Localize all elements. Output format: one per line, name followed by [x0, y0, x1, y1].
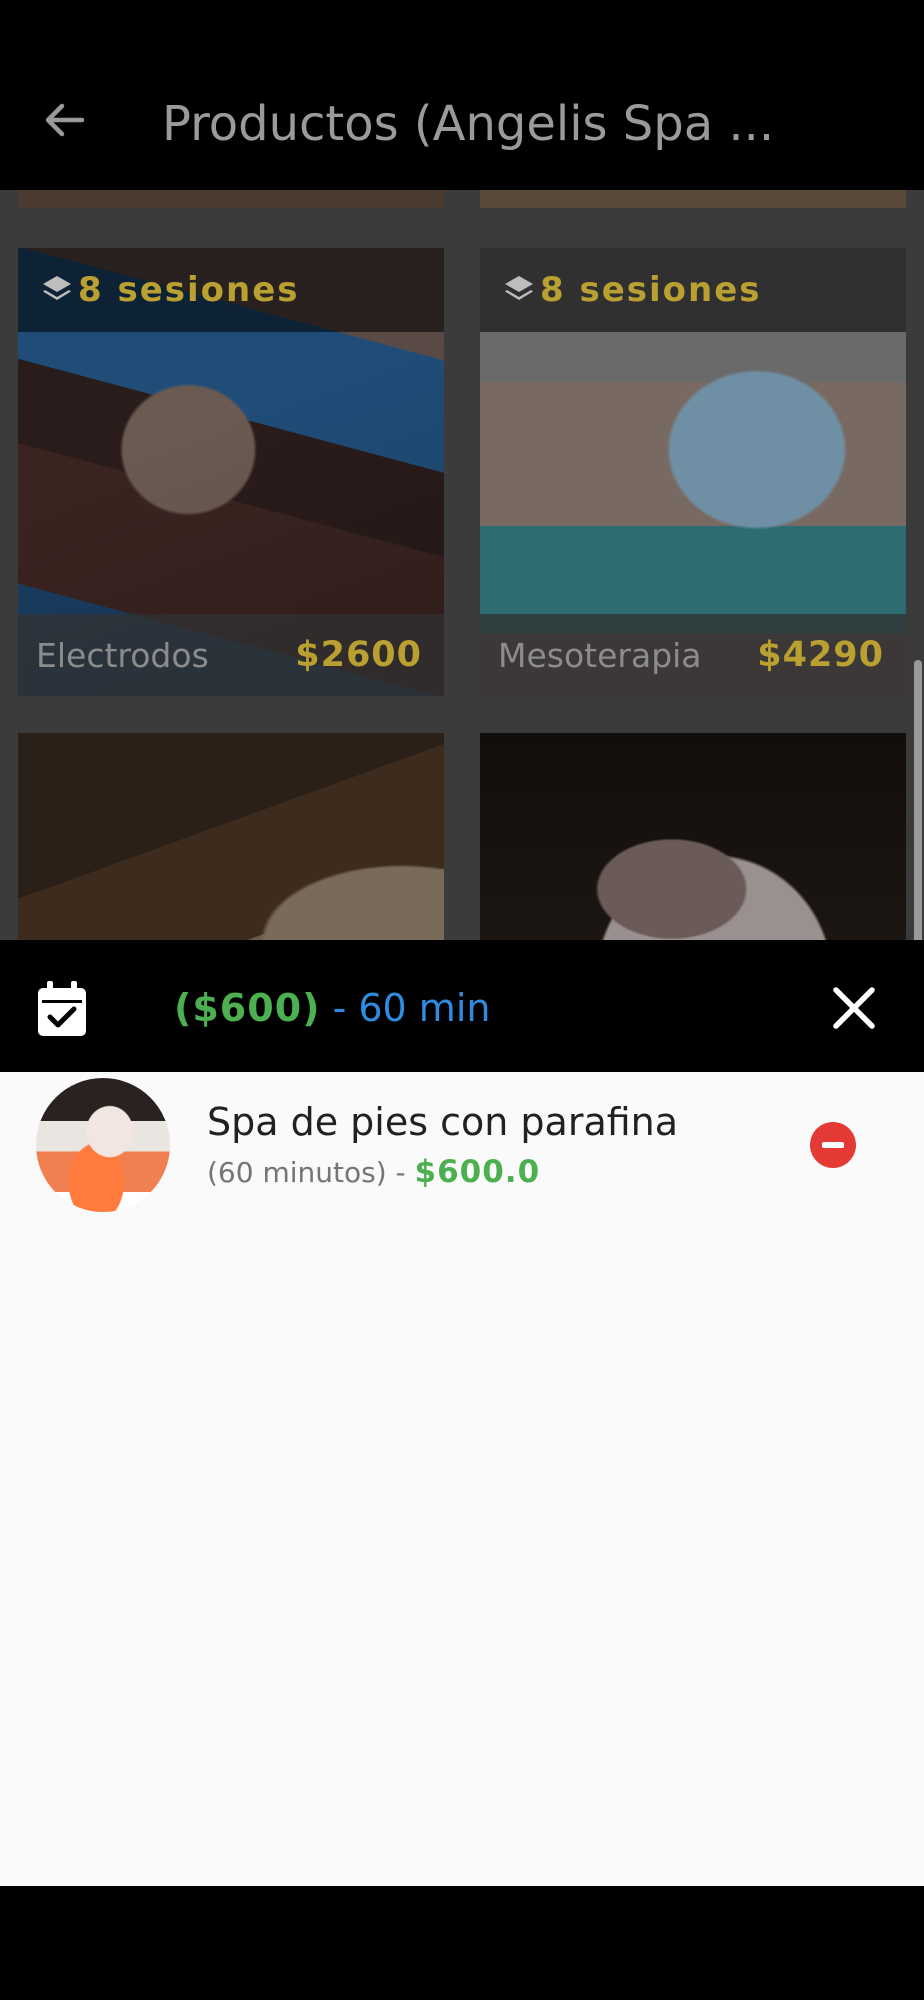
product-grid: 8 sesiones Electrodos $2600 8 sesiones M…	[0, 190, 924, 940]
app-bar: Productos (Angelis Spa ...	[0, 0, 924, 190]
layers-icon	[43, 276, 71, 300]
product-name: Electrodos	[36, 635, 209, 675]
close-icon	[833, 987, 875, 1029]
page-title: Productos (Angelis Spa ...	[162, 96, 775, 152]
item-duration: (60 minutos) -	[207, 1156, 415, 1189]
product-card[interactable]	[18, 190, 444, 208]
product-price: $2600	[295, 635, 422, 675]
product-footer: Mesoterapia $4290	[480, 614, 906, 696]
product-card[interactable]	[480, 733, 906, 940]
cart-item[interactable]: Spa de pies con parafina (60 minutos) - …	[0, 1072, 924, 1222]
product-card-mesoterapia[interactable]: 8 sesiones Mesoterapia $4290	[480, 248, 906, 696]
summary-separator: -	[320, 986, 359, 1030]
layers-icon	[505, 276, 533, 300]
product-footer: Electrodos $2600	[18, 614, 444, 696]
remove-circle-icon	[822, 1142, 844, 1148]
summary-duration: 60 min	[358, 986, 491, 1030]
product-name: Mesoterapia	[498, 635, 702, 675]
system-nav-bar	[0, 1886, 924, 2000]
summary-price: ($600)	[174, 986, 321, 1030]
sessions-badge: 8 sesiones	[480, 248, 906, 332]
calendar-button[interactable]	[36, 980, 88, 1038]
close-button[interactable]	[826, 980, 882, 1036]
calendar-check-icon	[38, 981, 86, 1036]
back-button[interactable]	[36, 92, 92, 148]
product-card[interactable]	[480, 190, 906, 208]
cart-panel: Spa de pies con parafina (60 minutos) - …	[0, 1072, 924, 1886]
arrow-back-icon	[45, 103, 84, 137]
sessions-label: 8 sesiones	[540, 270, 762, 310]
product-image	[18, 190, 444, 208]
summary-total: ($600) - 60 min	[174, 982, 490, 1034]
sessions-label: 8 sesiones	[78, 270, 300, 310]
sessions-badge: 8 sesiones	[18, 248, 444, 332]
product-card-electrodos[interactable]: 8 sesiones Electrodos $2600	[18, 248, 444, 696]
product-price: $4290	[757, 635, 884, 675]
product-card[interactable]	[18, 733, 444, 940]
product-image	[18, 733, 444, 940]
item-details: (60 minutos) - $600.0	[207, 1154, 540, 1190]
item-price: $600.0	[414, 1154, 541, 1190]
product-image	[480, 733, 906, 940]
item-thumbnail	[36, 1078, 170, 1212]
remove-item-button[interactable]	[810, 1122, 856, 1168]
scrollbar[interactable]	[914, 660, 922, 940]
booking-summary-bar: ($600) - 60 min	[0, 940, 924, 1072]
item-name: Spa de pies con parafina	[207, 1100, 679, 1144]
product-image	[480, 190, 906, 208]
